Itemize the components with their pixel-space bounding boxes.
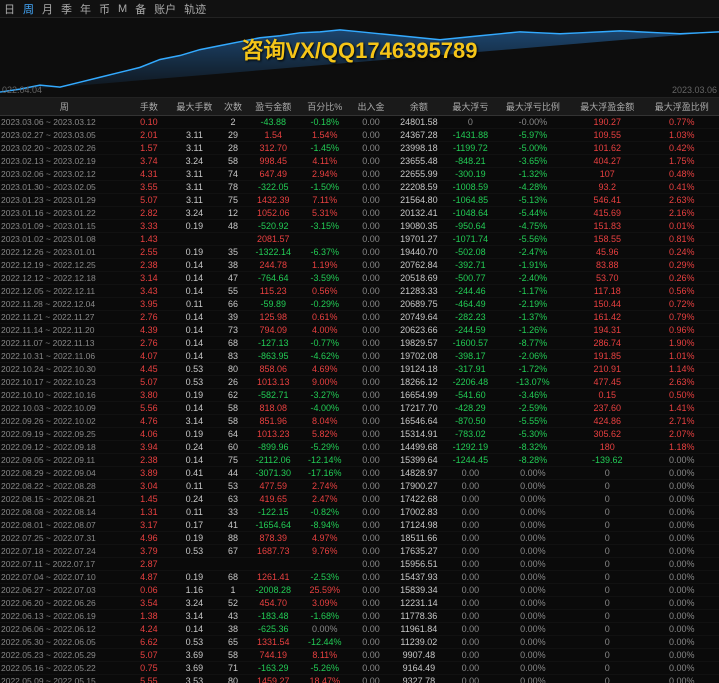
table-row: 2022.07.25 ~ 2022.07.314.960.1988878.394… [0,532,719,545]
table-row: 2022.12.05 ~ 2022.12.113.430.1455115.230… [0,285,719,298]
table-row: 2023.01.02 ~ 2023.01.081.432081.570.0019… [0,233,719,246]
table-row: 2023.01.16 ~ 2023.01.222.823.24121052.06… [0,207,719,220]
table-row: 2022.09.12 ~ 2022.09.183.940.2460-899.96… [0,441,719,454]
table-row: 2022.05.23 ~ 2022.05.295.073.6958744.198… [0,649,719,662]
table-row: 2022.05.09 ~ 2022.05.155.553.53801459.27… [0,675,719,683]
weekly-stats-table: 周 手数 最大手数 次数 盈亏金额 百分比% 出入金 余额 最大浮亏 最大浮亏比… [0,98,719,683]
table-row: 2023.01.09 ~ 2023.01.153.330.1948-520.92… [0,220,719,233]
table-header-row: 周 手数 最大手数 次数 盈亏金额 百分比% 出入金 余额 最大浮亏 最大浮亏比… [0,98,719,116]
table-row: 2022.06.27 ~ 2022.07.030.061.161-2008.28… [0,584,719,597]
table-row: 2022.10.31 ~ 2022.11.064.070.1483-863.95… [0,350,719,363]
col-count: 次数 [220,98,247,116]
nav-day[interactable]: 日 [4,1,15,17]
table-row: 2022.10.17 ~ 2022.10.235.070.53261013.13… [0,376,719,389]
col-max-hands: 最大手数 [169,98,220,116]
chart-label-right: 2023.03.06 [672,85,717,95]
table-row: 2022.11.14 ~ 2022.11.204.390.1473794.094… [0,324,719,337]
nav-account[interactable]: 账户 [154,1,176,17]
nav-year[interactable]: 年 [80,1,91,17]
table-row: 2022.06.20 ~ 2022.06.263.543.2452454.703… [0,597,719,610]
table-row: 2023.01.23 ~ 2023.01.295.073.11751432.39… [0,194,719,207]
table-row: 2022.08.22 ~ 2022.08.283.040.1153477.592… [0,480,719,493]
table-row: 2022.11.07 ~ 2022.11.132.760.1468-127.13… [0,337,719,350]
col-hands: 手数 [129,98,170,116]
table-row: 2022.10.03 ~ 2022.10.095.560.1458818.08-… [0,402,719,415]
table-body: 2023.03.06 ~ 2023.03.120.102-43.88-0.18%… [0,116,719,683]
table-row: 2022.09.26 ~ 2022.10.024.763.1458851.968… [0,415,719,428]
table-row: 2022.12.12 ~ 2022.12.183.140.1447-764.64… [0,272,719,285]
col-balance: 余额 [393,98,446,116]
table-row: 2022.05.30 ~ 2022.06.056.620.53651331.54… [0,636,719,649]
col-max-float-gain-pct: 最大浮盈比例 [645,98,719,116]
col-max-float-gain: 最大浮盈金额 [570,98,644,116]
table-row: 2023.01.30 ~ 2023.02.053.553.1178-322.05… [0,181,719,194]
table-row: 2022.09.19 ~ 2022.09.254.060.19641013.23… [0,428,719,441]
table-row: 2023.02.20 ~ 2023.02.261.573.1128312.70-… [0,142,719,155]
watermark: 咨询VX/QQ1746395789 [241,33,477,65]
table-row: 2022.06.06 ~ 2022.06.124.240.1438-625.36… [0,623,719,636]
table-row: 2022.11.28 ~ 2022.12.043.950.1166-59.89-… [0,298,719,311]
data-table-container[interactable]: 周 手数 最大手数 次数 盈亏金额 百分比% 出入金 余额 最大浮亏 最大浮亏比… [0,98,719,683]
nav-track[interactable]: 轨迹 [184,1,206,17]
table-row: 2023.02.06 ~ 2023.02.124.313.1174647.492… [0,168,719,181]
nav-month[interactable]: 月 [42,1,53,17]
table-row: 2022.10.10 ~ 2022.10.163.800.1962-582.71… [0,389,719,402]
table-row: 2022.11.21 ~ 2022.11.272.760.1439125.980… [0,311,719,324]
table-row: 2022.10.24 ~ 2022.10.304.450.5380858.064… [0,363,719,376]
table-row: 2022.08.01 ~ 2022.08.073.170.1741-1654.6… [0,519,719,532]
table-row: 2022.05.16 ~ 2022.05.220.753.6971-163.29… [0,662,719,675]
table-row: 2023.03.06 ~ 2023.03.120.102-43.88-0.18%… [0,116,719,129]
col-date: 周 [0,98,129,116]
nav-backup[interactable]: 备 [135,1,146,17]
table-row: 2023.02.13 ~ 2023.02.193.743.2458998.454… [0,155,719,168]
col-pnl: 盈亏金额 [246,98,300,116]
table-row: 2022.07.04 ~ 2022.07.104.870.19681261.41… [0,571,719,584]
table-row: 2022.07.11 ~ 2022.07.172.870.0015956.510… [0,558,719,571]
nav-quarter[interactable]: 季 [61,1,72,17]
table-row: 2022.07.18 ~ 2022.07.243.790.53671687.73… [0,545,719,558]
col-inout: 出入金 [349,98,392,116]
table-row: 2022.08.29 ~ 2022.09.043.890.4144-3071.3… [0,467,719,480]
top-navigation: 日 周 月 季 年 币 M 备 账户 轨迹 [0,0,719,18]
table-row: 2023.02.27 ~ 2023.03.052.013.11291.541.5… [0,129,719,142]
col-max-float-loss-pct: 最大浮亏比例 [496,98,570,116]
col-pct: 百分比% [300,98,349,116]
table-row: 2022.12.26 ~ 2023.01.012.550.1935-1322.1… [0,246,719,259]
chart-label-left: 022.04.04 [2,85,42,95]
nav-currency[interactable]: 币 [99,1,110,17]
table-row: 2022.09.05 ~ 2022.09.112.380.1475-2112.0… [0,454,719,467]
nav-m[interactable]: M [118,3,127,15]
table-row: 2022.08.08 ~ 2022.08.141.310.1133-122.15… [0,506,719,519]
col-max-float-loss: 最大浮亏 [445,98,496,116]
table-row: 2022.08.15 ~ 2022.08.211.450.2463419.652… [0,493,719,506]
table-row: 2022.06.13 ~ 2022.06.191.383.1443-183.48… [0,610,719,623]
table-row: 2022.12.19 ~ 2022.12.252.380.1438244.781… [0,259,719,272]
chart-area: 咨询VX/QQ1746395789 022.04.04 2023.03.06 [0,18,719,98]
nav-week[interactable]: 周 [23,1,34,17]
